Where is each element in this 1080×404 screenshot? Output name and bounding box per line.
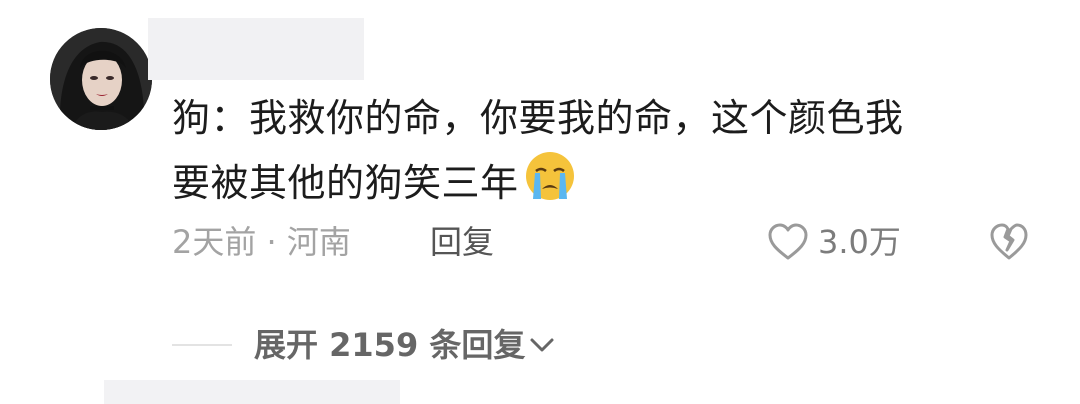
broken-heart-icon: [990, 223, 1028, 260]
like-button[interactable]: 3.0万: [766, 217, 901, 267]
username-redacted: [148, 18, 364, 80]
reply-button[interactable]: 回复: [430, 217, 494, 267]
comment-meta: 2天前 · 河南: [172, 223, 351, 261]
next-comment-redacted: [104, 380, 400, 404]
expand-divider: [172, 344, 232, 346]
dislike-button[interactable]: [988, 222, 1030, 262]
expand-replies-label: 展开 2159 条回复: [254, 326, 526, 364]
comment-line-2: 要被其他的狗笑三年: [172, 149, 1032, 214]
like-count: 3.0万: [818, 223, 901, 261]
comment-text: 狗：我救你的命，你要我的命，这个颜色我 要被其他的狗笑三年: [172, 88, 1032, 214]
heart-outline-icon: [768, 223, 808, 260]
expand-replies-button[interactable]: 展开 2159 条回复: [254, 320, 555, 370]
avatar[interactable]: [50, 28, 152, 130]
comment-line-1: 狗：我救你的命，你要我的命，这个颜色我: [172, 96, 904, 140]
comment-line-2-text: 要被其他的狗笑三年: [172, 161, 519, 205]
chevron-down-icon: [530, 338, 554, 352]
crying-face-emoji-icon: [525, 152, 574, 200]
